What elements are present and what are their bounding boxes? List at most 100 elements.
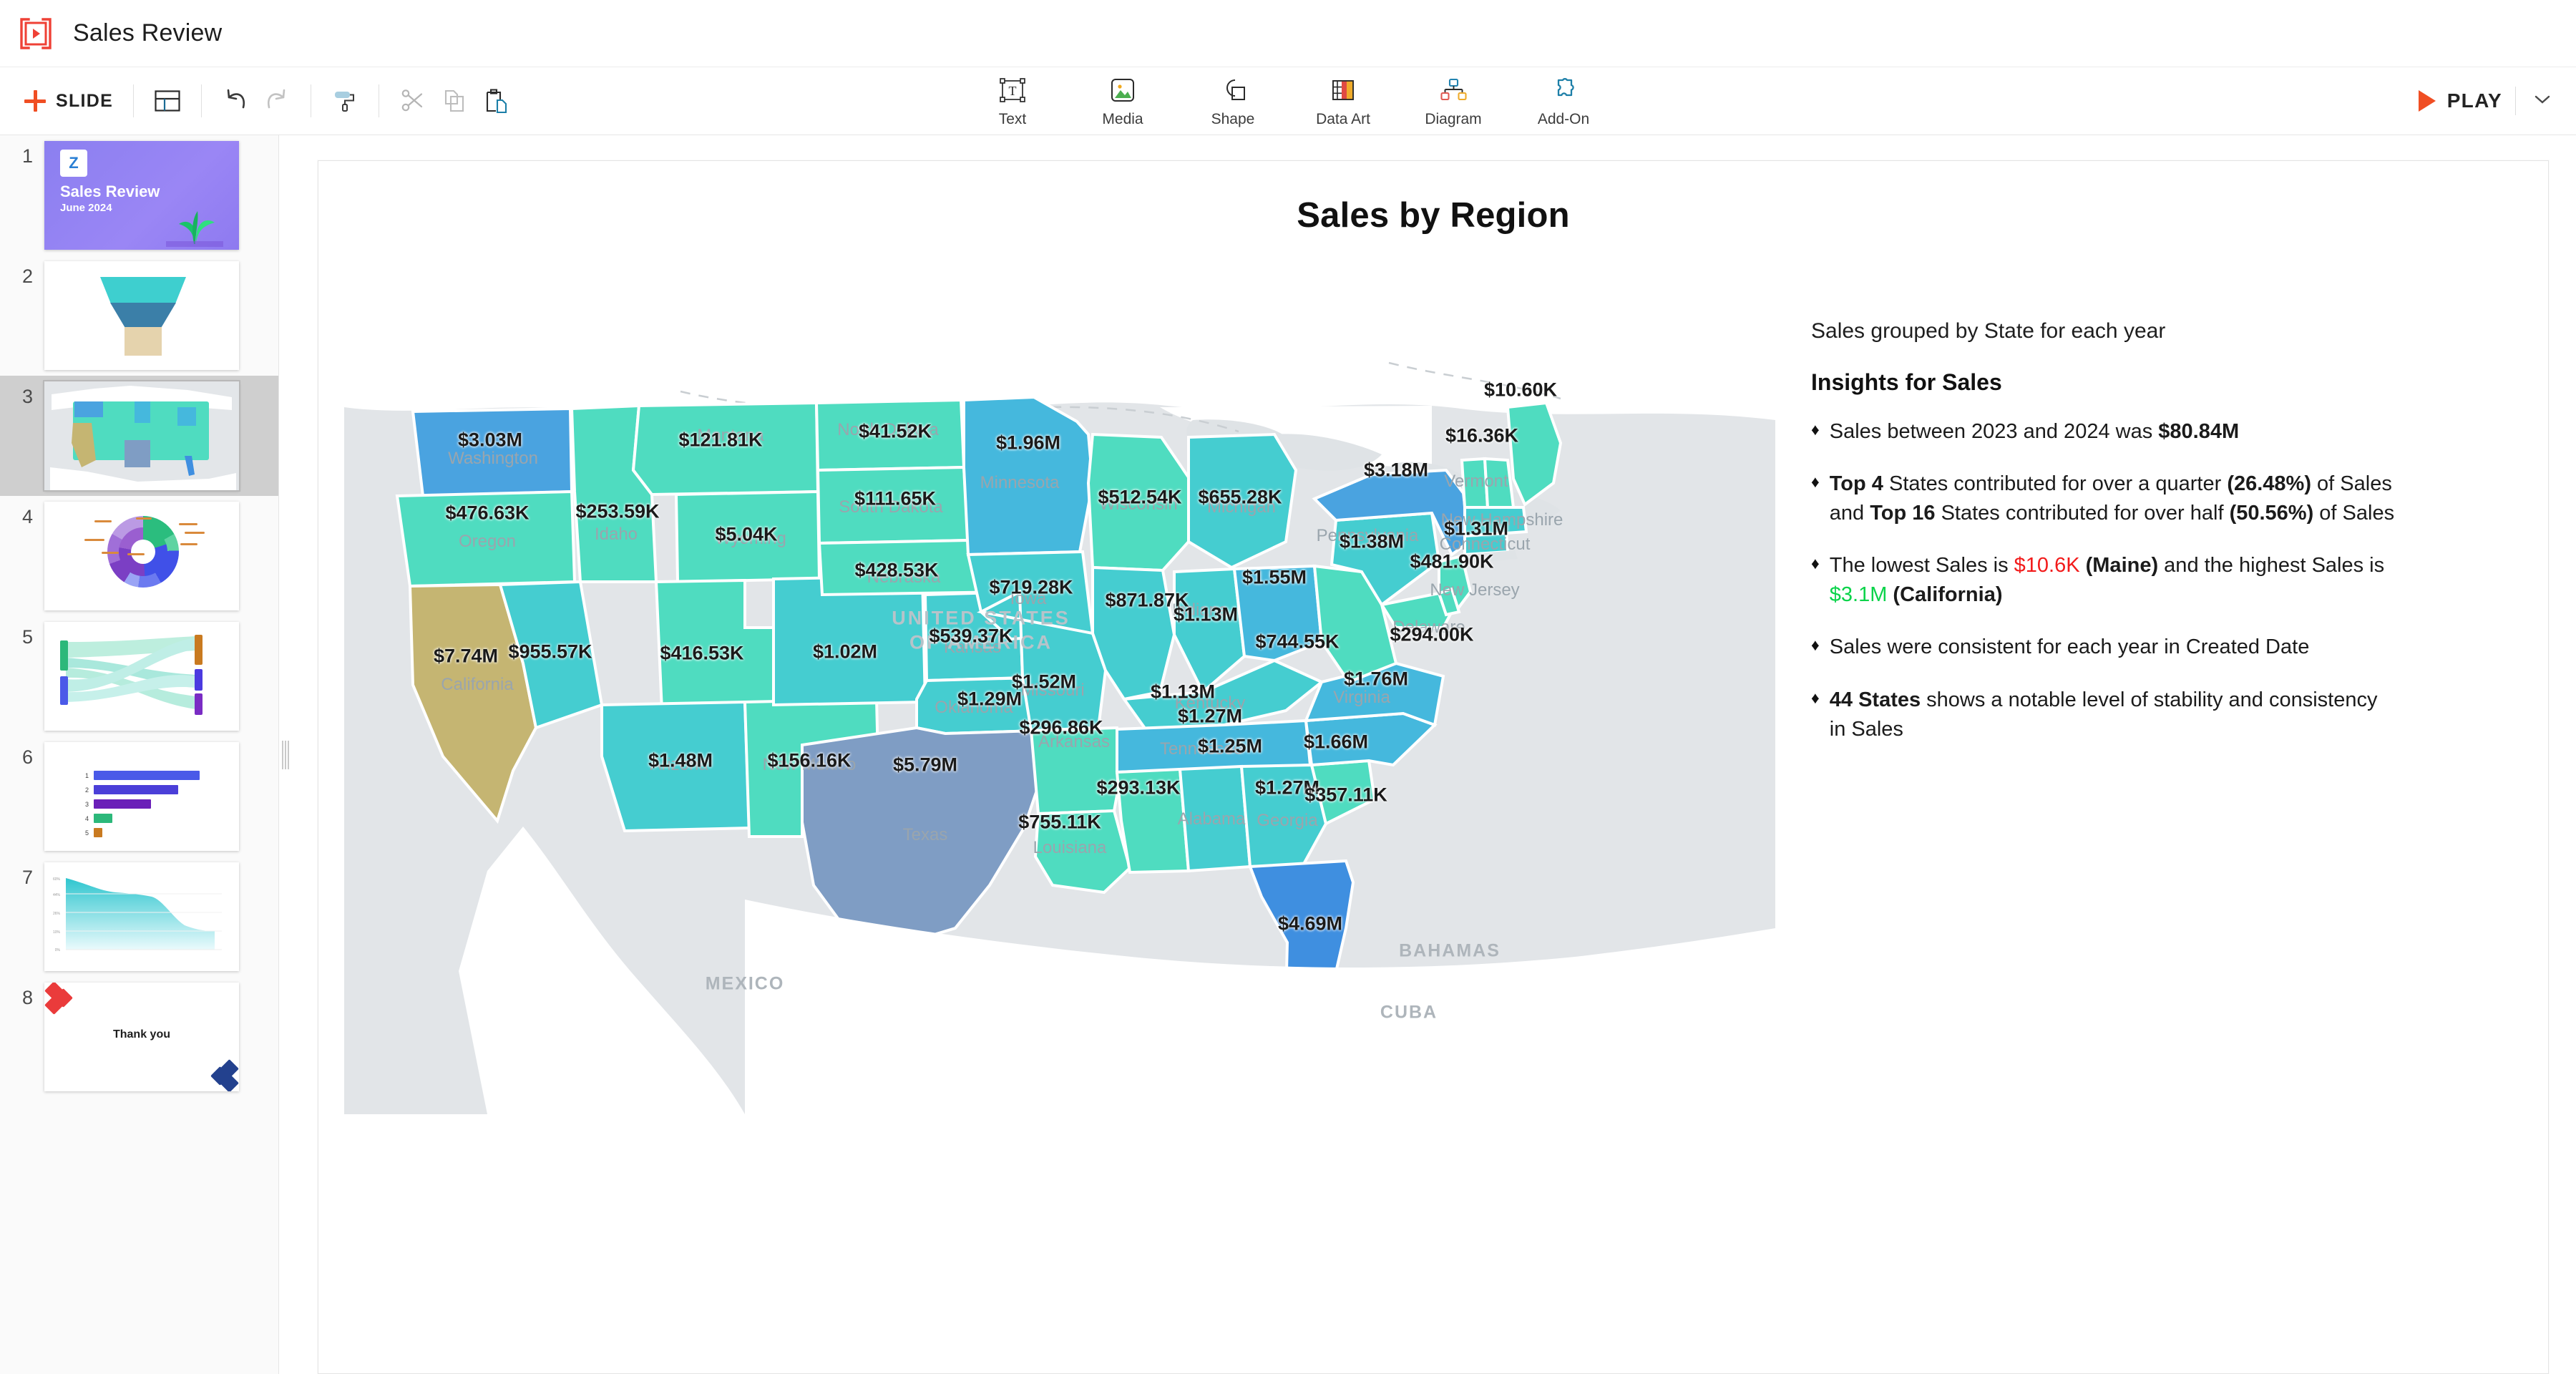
play-label: PLAY [2446,89,2502,112]
slide-number: 6 [21,746,33,768]
slide-thumb-4[interactable]: 4 [0,496,278,616]
insight-text-run: Top 16 [1870,501,1936,525]
slide-thumb-5[interactable]: 5 [0,616,278,736]
tool-data-art[interactable]: Data Art [1309,73,1377,128]
tool-diagram[interactable]: Diagram [1419,73,1488,128]
redo-icon [268,89,286,109]
slide-thumb-6[interactable]: 6 1 2 3 4 5 [0,736,278,857]
bar-list: 1 2 3 4 5 [82,771,200,842]
leader-line [136,517,152,520]
slide-thumb-3[interactable]: 3 [0,376,278,496]
slide-canvas-area[interactable]: Sales by Region Washington Oregon Idaho … [292,135,2576,1374]
funnel-segment-1 [100,277,186,303]
slide-thumb-preview[interactable]: 1 2 3 4 5 [44,742,239,851]
insight-item[interactable]: ♦ Top 4 States contributed for over a qua… [1811,469,2398,528]
insight-item[interactable]: ♦ Sales were consistent for each year in … [1811,633,2398,662]
bullet-icon: ♦ [1811,635,1820,655]
map-value-label: $755.11K [1018,811,1101,833]
map-value-label: $416.53K [660,642,744,664]
bar [94,785,178,794]
slide-title[interactable]: Sales by Region [318,195,2548,235]
zoho-show-play-icon[interactable] [17,15,54,52]
insights-panel: Sales grouped by State for each year Ins… [1811,255,2398,1114]
text-box-icon: T [998,73,1027,107]
map-value-label: $1.76M [1343,668,1409,690]
bullet-icon: ♦ [1811,419,1820,439]
slide-number: 3 [21,386,33,407]
document-title[interactable]: Sales Review [73,19,222,47]
bullet-icon: ♦ [1811,688,1820,707]
slide-thumb-preview[interactable]: 60% 44% 26% 10% 0% [44,862,239,971]
map-value-label: $1.25M [1197,735,1263,757]
insights-heading[interactable]: Insights for Sales [1811,369,2398,396]
slide-number: 1 [21,145,33,167]
leader-line [84,539,104,541]
slide-thumb-preview[interactable] [44,502,239,610]
paste-button[interactable] [475,80,517,122]
copy-button[interactable] [434,80,475,122]
slide-number: 2 [21,265,33,287]
data-art-icon [1329,73,1357,107]
slide-thumb-preview[interactable] [44,622,239,731]
insight-text-run: (California) [1887,583,2003,607]
slide-thumb-preview[interactable]: Thank you [44,983,239,1091]
map-value-label: $7.74M [433,645,499,667]
tool-add-on[interactable]: Add-On [1529,73,1598,128]
brand-badge: Z [60,150,87,177]
map-value-label: $41.52K [858,420,932,442]
map-value-label: $1.13M [1150,681,1216,703]
sprout-icon [166,211,223,247]
map-value-label: $476.63K [445,502,530,524]
cut-button[interactable] [392,80,434,122]
map-country-label: MEXICO [705,973,785,994]
play-dropdown-button[interactable] [2529,89,2556,113]
map-value-label: $4.69M [1277,912,1343,935]
choropleth-map[interactable]: Washington Oregon Idaho Montana Wyoming … [344,255,1775,1114]
bar-row: 2 [82,785,200,794]
insight-item[interactable]: ♦ 44 States shows a notable level of stab… [1811,686,2398,744]
map-value-label: $121.81K [678,429,763,451]
insight-item[interactable]: ♦ The lowest Sales is $10.6K (Maine) and … [1811,551,2398,610]
play-button[interactable]: PLAY [2418,89,2502,112]
tool-shape[interactable]: Shape [1199,73,1267,128]
redo-button[interactable] [256,80,298,122]
slide-thumb-1[interactable]: 1 Z Sales Review June 2024 [0,135,278,255]
current-slide[interactable]: Sales by Region Washington Oregon Idaho … [318,160,2549,1374]
bar-label: 1 [84,771,89,779]
map-value-label: $1.96M [995,432,1061,454]
slide-thumb-8[interactable]: 8 Thank you [0,977,278,1097]
insights-list: ♦ Sales between 2023 and 2024 was $80.84M… [1811,417,2398,744]
chevron-down-icon [2534,95,2550,104]
slide-thumb-2[interactable]: 2 [0,255,278,376]
leader-line [180,543,197,545]
area-chart-icon: 60% 44% 26% 10% 0% [53,877,222,952]
thumb-thanks-text: Thank you [112,1028,170,1041]
insight-text-run: (26.48%) [2227,472,2311,495]
slide-thumb-preview[interactable] [43,380,240,492]
toolbar-divider [133,84,135,117]
map-value-label: $481.90K [1410,550,1494,572]
insight-item[interactable]: ♦ Sales between 2023 and 2024 was $80.84M [1811,417,2398,447]
funnel-segment-2 [110,303,176,327]
slide-panel[interactable]: 1 Z Sales Review June 2024 2 3 4 5 6 1 2… [0,135,279,1374]
tool-media[interactable]: Media [1088,73,1157,128]
bar-label: 2 [84,786,89,794]
add-slide-button[interactable]: SLIDE [16,84,120,117]
tool-diagram-label: Diagram [1425,111,1482,127]
tool-text[interactable]: T Text [978,73,1047,128]
undo-button[interactable] [215,80,256,122]
map-value-label: $1.38M [1339,530,1405,552]
insights-subtitle[interactable]: Sales grouped by State for each year [1811,317,2398,346]
slide-thumb-preview[interactable]: Z Sales Review June 2024 [44,141,239,250]
slide-layout-button[interactable] [147,80,188,122]
bar-row: 4 [82,814,200,823]
slide-thumb-preview[interactable] [44,261,239,370]
map-value-label: $1.48M [648,749,713,771]
insight-text-run: (Maine) [2079,554,2159,578]
format-painter-button[interactable] [324,80,366,122]
panel-resize-handle[interactable] [279,135,292,1374]
slide-thumb-7[interactable]: 7 60% 44% 26% 10% 0% [0,857,278,977]
shape-icon [1218,73,1248,107]
image-icon [1108,73,1137,107]
map-value-label: $16.36K [1445,424,1519,447]
